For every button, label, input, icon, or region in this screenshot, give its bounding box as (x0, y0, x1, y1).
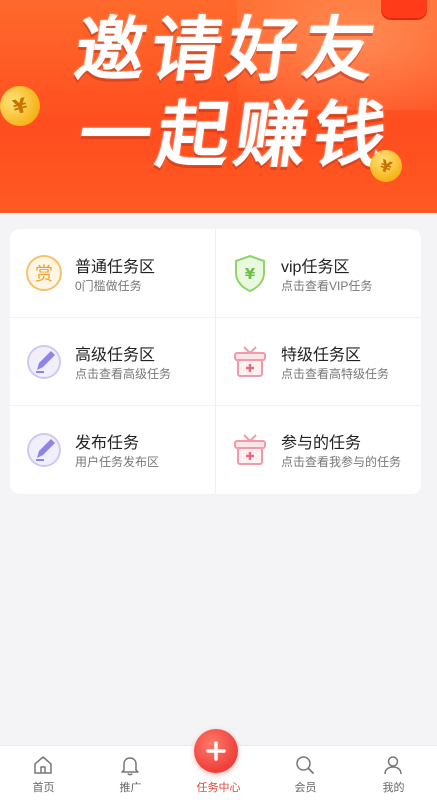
reward-icon: 赏 (24, 253, 64, 293)
invite-banner[interactable]: 邀请好友 一起赚钱 ¥ ¥ (0, 0, 437, 213)
task-item-subtitle: 点击查看VIP任务 (281, 279, 373, 293)
task-center-plus-button[interactable] (194, 729, 238, 773)
home-icon (34, 756, 52, 774)
task-item-subtitle: 用户任务发布区 (75, 455, 160, 469)
tab-label: 任务中心 (196, 782, 241, 794)
tab-label: 首页 (32, 782, 55, 794)
yen-glyph: ¥ (245, 265, 256, 283)
task-item-subtitle: 点击查看我参与的任务 (281, 455, 402, 469)
tab-home[interactable]: 首页 (0, 746, 87, 800)
task-item-normal[interactable]: 赏 普通任务区 0门槛做任务 (10, 229, 215, 317)
gift-box-icon (230, 429, 270, 469)
tab-label: 会员 (294, 782, 317, 794)
search-icon (296, 756, 314, 774)
bell-icon (121, 757, 139, 776)
tab-label: 推广 (119, 782, 142, 794)
task-item-publish[interactable]: 发布任务 用户任务发布区 (10, 405, 215, 493)
task-item-advanced[interactable]: 高级任务区 点击查看高级任务 (10, 317, 215, 405)
vip-shield-icon: ¥ (230, 253, 270, 293)
task-item-subtitle: 点击查看高级任务 (75, 367, 172, 381)
tab-member[interactable]: 会员 (262, 746, 349, 800)
task-item-premium[interactable]: 特级任务区 点击查看高特级任务 (216, 317, 421, 405)
tab-label: 我的 (382, 782, 405, 794)
task-item-title: 参与的任务 (281, 435, 362, 452)
plus-icon (206, 741, 226, 761)
task-item-title: 特级任务区 (281, 347, 362, 364)
task-item-title: vip任务区 (281, 259, 350, 276)
pen-icon (24, 429, 64, 469)
task-item-title: 发布任务 (75, 435, 140, 452)
task-item-title: 高级任务区 (75, 347, 156, 364)
task-item-subtitle: 0门槛做任务 (75, 279, 142, 293)
task-menu-card: 赏 普通任务区 0门槛做任务 ¥ vip任务区 点击查看VIP任务 高级任务区 … (10, 229, 421, 494)
gift-box-icon (230, 341, 270, 381)
tab-mine[interactable]: 我的 (350, 746, 437, 800)
task-item-joined[interactable]: 参与的任务 点击查看我参与的任务 (216, 405, 421, 493)
reward-glyph: 赏 (35, 264, 53, 285)
task-item-subtitle: 点击查看高特级任务 (281, 367, 390, 381)
task-item-title: 普通任务区 (75, 259, 156, 276)
pen-icon (24, 341, 64, 381)
tab-promote[interactable]: 推广 (87, 746, 174, 800)
user-icon (384, 756, 402, 775)
task-item-vip[interactable]: ¥ vip任务区 点击查看VIP任务 (216, 229, 421, 317)
